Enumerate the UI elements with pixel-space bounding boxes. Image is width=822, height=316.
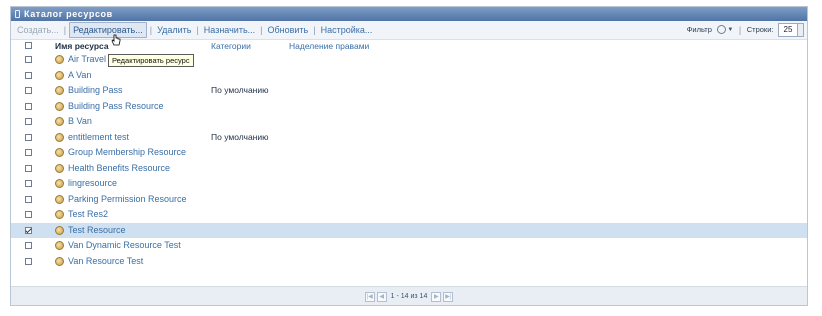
edit-tooltip: Редактировать ресурс <box>108 54 194 67</box>
row-checkbox[interactable] <box>25 226 32 234</box>
table-row[interactable]: Parking Permission Resource <box>11 192 807 208</box>
resource-icon <box>55 163 64 173</box>
filter-label: Фильтр <box>686 25 712 34</box>
catalog-icon <box>15 10 20 18</box>
resource-icon <box>55 256 64 266</box>
table-header: Имя ресурса Категории Наделение правами <box>11 40 807 52</box>
table-row[interactable]: Building Pass Resource <box>11 99 807 115</box>
table-row[interactable]: Group Membership Resource <box>11 145 807 161</box>
resource-name-link[interactable]: entitlement test <box>68 130 129 146</box>
row-checkbox[interactable] <box>25 195 32 203</box>
separator: | <box>260 25 263 35</box>
resource-icon <box>55 132 64 142</box>
resource-name-link[interactable]: B Van <box>68 114 92 130</box>
resource-icon <box>55 148 64 157</box>
table-row[interactable]: Test Res2 <box>11 207 807 223</box>
resource-category: По умолчанию <box>211 85 269 95</box>
chevron-down-icon[interactable]: ▼ <box>727 21 733 39</box>
resource-name-link[interactable]: lingresource <box>68 176 117 192</box>
row-checkbox[interactable] <box>25 242 32 249</box>
separator: | <box>63 25 67 35</box>
row-checkbox[interactable] <box>25 102 32 110</box>
edit-button[interactable]: Редактировать... <box>69 22 147 38</box>
resource-catalog-panel: Каталог ресурсов Создать... | Редактироват… <box>10 6 808 306</box>
row-checkbox[interactable] <box>25 149 32 156</box>
resource-name-link[interactable]: Van Resource Test <box>68 254 143 270</box>
rows-spinner[interactable] <box>798 23 804 37</box>
separator: | <box>196 25 199 35</box>
table-row[interactable]: Building Pass По умолчанию <box>11 83 807 99</box>
resource-name-link[interactable]: Test Res2 <box>68 207 108 223</box>
table-row[interactable]: Test Resource <box>11 222 807 239</box>
resource-icon <box>55 241 64 250</box>
resource-name-link[interactable]: Test Resource <box>68 223 126 239</box>
table-row[interactable]: lingresource <box>11 176 807 192</box>
row-checkbox[interactable] <box>25 257 32 265</box>
window-title: Каталог ресурсов <box>24 9 113 19</box>
resource-icon <box>55 55 64 64</box>
resource-name-link[interactable]: A Van <box>68 68 91 84</box>
separator: | <box>149 25 153 35</box>
refresh-button[interactable]: Обновить <box>265 21 310 39</box>
resource-name-link[interactable]: Building Pass <box>68 83 123 99</box>
row-checkbox[interactable] <box>25 118 32 125</box>
first-page-button[interactable]: |◀ <box>364 291 375 302</box>
filter-icon[interactable] <box>717 25 727 34</box>
resource-icon <box>55 194 64 204</box>
last-page-button[interactable]: ▶| <box>443 291 454 302</box>
prev-page-button[interactable]: ◀ <box>376 291 387 302</box>
settings-button[interactable]: Настройка... <box>319 21 375 39</box>
resource-icon <box>55 117 64 126</box>
resource-icon <box>55 210 64 219</box>
resource-icon <box>55 86 64 95</box>
column-header-categories[interactable]: Категории <box>211 40 251 52</box>
select-all-checkbox[interactable] <box>25 42 32 49</box>
pager: |◀ ◀ 1 - 14 из 14 ▶ ▶| <box>364 291 455 302</box>
row-checkbox[interactable] <box>25 71 32 79</box>
toolbar: Создать... | Редактировать... | Удалить | Назн… <box>11 21 807 40</box>
row-checkbox[interactable] <box>25 133 32 141</box>
next-page-button[interactable]: ▶ <box>431 291 442 302</box>
resource-icon <box>55 225 64 235</box>
hand-cursor-icon <box>111 34 121 46</box>
resource-name-link[interactable]: Building Pass Resource <box>68 99 164 115</box>
table-row[interactable]: entitlement test По умолчанию <box>11 130 807 146</box>
table-body: Air Travel ResourceA VanBuilding PassПо … <box>11 52 807 269</box>
row-checkbox[interactable] <box>25 211 32 218</box>
pager-bar: |◀ ◀ 1 - 14 из 14 ▶ ▶| <box>11 286 807 305</box>
title-bar: Каталог ресурсов <box>11 7 807 21</box>
delete-button[interactable]: Удалить <box>155 21 193 39</box>
table-row[interactable]: Van Resource Test <box>11 254 807 270</box>
rows-per-page-input[interactable]: 25 <box>778 23 798 37</box>
column-header-entitlement[interactable]: Наделение правами <box>289 40 369 52</box>
resource-name-link[interactable]: Parking Permission Resource <box>68 192 187 208</box>
row-checkbox[interactable] <box>25 56 32 63</box>
resource-category: По умолчанию <box>211 131 269 142</box>
separator: | <box>313 25 316 35</box>
table-row[interactable]: Van Dynamic Resource Test <box>11 238 807 254</box>
assign-button[interactable]: Назначить... <box>202 21 257 39</box>
row-checkbox[interactable] <box>25 87 32 94</box>
row-checkbox[interactable] <box>25 164 32 172</box>
resource-name-link[interactable]: Health Benefits Resource <box>68 161 170 177</box>
separator: | <box>738 25 742 35</box>
table-row[interactable]: B Van <box>11 114 807 130</box>
resource-icon <box>55 101 64 111</box>
resource-icon <box>55 179 64 188</box>
resource-name-link[interactable]: Group Membership Resource <box>68 145 186 161</box>
row-checkbox[interactable] <box>25 180 32 187</box>
resource-name-link[interactable]: Van Dynamic Resource Test <box>68 238 181 254</box>
table-row[interactable]: A Van <box>11 68 807 84</box>
column-header-name[interactable]: Имя ресурса <box>55 40 109 52</box>
table-row[interactable]: Health Benefits Resource <box>11 161 807 177</box>
pager-range: 1 - 14 из 14 <box>390 293 428 301</box>
resource-icon <box>55 70 64 80</box>
rows-label: Строки: <box>746 25 774 34</box>
create-button[interactable]: Создать... <box>15 21 61 39</box>
